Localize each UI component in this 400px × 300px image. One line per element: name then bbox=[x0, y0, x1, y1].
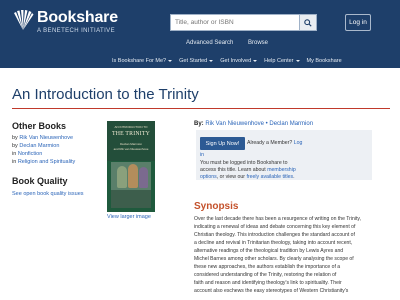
category-link[interactable]: Religion and Spirituality bbox=[18, 159, 75, 165]
search-input[interactable] bbox=[170, 14, 300, 31]
other-books-item: in Nonfiction bbox=[12, 151, 43, 157]
bookshare-logo[interactable]: Bookshare A BENETECH INITIATIVE bbox=[12, 6, 118, 40]
cover-overline: AN INTRODUCTION TO bbox=[114, 125, 148, 129]
caret-down-icon bbox=[253, 60, 258, 62]
synopsis-line: considered understanding of the Trinity,… bbox=[194, 272, 337, 278]
author-link[interactable]: Rik Van Nieuwenhove bbox=[19, 135, 73, 141]
membership-link[interactable]: membership bbox=[267, 167, 296, 173]
cover-artwork bbox=[111, 162, 151, 208]
nav-is-bookshare-for-me[interactable]: Is Bookshare For Me? bbox=[112, 56, 173, 66]
nav-get-involved[interactable]: Get Involved bbox=[220, 56, 258, 66]
page-title: An Introduction to the Trinity bbox=[12, 86, 199, 103]
logo-fan-icon bbox=[14, 10, 34, 30]
main-nav: Is Bookshare For Me? Get Started Get Inv… bbox=[112, 56, 349, 66]
by-label: By: bbox=[194, 121, 204, 127]
login-link-cont: in bbox=[200, 152, 204, 158]
book-quality-item: See open book quality issues bbox=[12, 191, 84, 197]
free-titles-link[interactable]: freely available titles bbox=[246, 174, 293, 180]
book-cover-image[interactable]: AN INTRODUCTION TO THE TRINITY Declan Ma… bbox=[107, 121, 155, 212]
login-button[interactable]: Log in bbox=[345, 14, 371, 31]
cover-author-2: and Rik van Nieuwenhove bbox=[113, 147, 149, 151]
access-text-3: options, or view our freely available ti… bbox=[200, 174, 295, 180]
author-byline: By: Rik Van Nieuwenhove • Declan Marmion bbox=[194, 121, 313, 127]
synopsis-heading: Synopsis bbox=[194, 201, 239, 212]
browse-link[interactable]: Browse bbox=[248, 40, 268, 46]
authors-link[interactable]: Rik Van Nieuwenhove • Declan Marmion bbox=[205, 121, 313, 127]
synopsis-line: account also eschews the easy stereotype… bbox=[194, 288, 349, 294]
cover-author-1: Declan Marmion bbox=[120, 142, 142, 146]
nav-help-center[interactable]: Help Center bbox=[264, 56, 300, 66]
search-button[interactable] bbox=[300, 14, 317, 31]
member-prompt: Already a Member? Log bbox=[247, 140, 303, 146]
site-header: Bookshare A BENETECH INITIATIVE Log in A… bbox=[0, 0, 400, 68]
caret-down-icon bbox=[168, 60, 173, 62]
book-quality-heading: Book Quality bbox=[12, 176, 68, 186]
synopsis-line: alternative readings of the theological … bbox=[194, 248, 344, 254]
other-books-item: by Declan Marmion bbox=[12, 143, 60, 149]
nav-my-bookshare[interactable]: My Bookshare bbox=[307, 56, 342, 66]
author-link[interactable]: Declan Marmion bbox=[19, 143, 59, 149]
category-link[interactable]: Nonfiction bbox=[18, 151, 42, 157]
view-larger-image-link[interactable]: View larger image bbox=[107, 214, 151, 220]
search-icon bbox=[304, 18, 312, 27]
synopsis-line: faith and reason and identifying theolog… bbox=[194, 280, 342, 286]
login-link[interactable]: Log bbox=[294, 140, 303, 146]
sign-up-button[interactable]: Sign Up Now! bbox=[200, 137, 245, 150]
access-text-2: access this title. Learn about membershi… bbox=[200, 167, 296, 173]
synopsis-line: Michel Barnes among other scholars. By c… bbox=[194, 256, 354, 262]
caret-down-icon bbox=[295, 60, 300, 62]
other-books-item: in Religion and Spirituality bbox=[12, 159, 76, 165]
title-divider bbox=[12, 108, 390, 109]
brand-tagline: A BENETECH INITIATIVE bbox=[37, 28, 115, 34]
synopsis-line: indicating a renewal of ideas and debate… bbox=[194, 224, 356, 230]
advanced-search-link[interactable]: Advanced Search bbox=[186, 40, 233, 46]
other-books-heading: Other Books bbox=[12, 121, 67, 131]
synopsis-line: a decline and revival in Trinitarian the… bbox=[194, 240, 353, 246]
login-link-in[interactable]: in bbox=[200, 152, 204, 158]
cover-title: THE TRINITY bbox=[112, 131, 150, 137]
brand-name: Bookshare bbox=[37, 9, 118, 26]
synopsis-line: these new approaches, the authors establ… bbox=[194, 264, 341, 270]
caret-down-icon bbox=[209, 60, 214, 62]
synopsis-line: Christian theology. This introduction ch… bbox=[194, 232, 355, 238]
nav-get-started[interactable]: Get Started bbox=[179, 56, 214, 66]
options-link[interactable]: options bbox=[200, 174, 217, 180]
synopsis-line: Over the last decade there has been a re… bbox=[194, 216, 361, 222]
other-books-item: by Rik Van Nieuwenhove bbox=[12, 135, 74, 141]
book-quality-link[interactable]: See open book quality issues bbox=[12, 191, 84, 197]
access-text-1: You must be logged into Bookshare to bbox=[200, 160, 288, 166]
